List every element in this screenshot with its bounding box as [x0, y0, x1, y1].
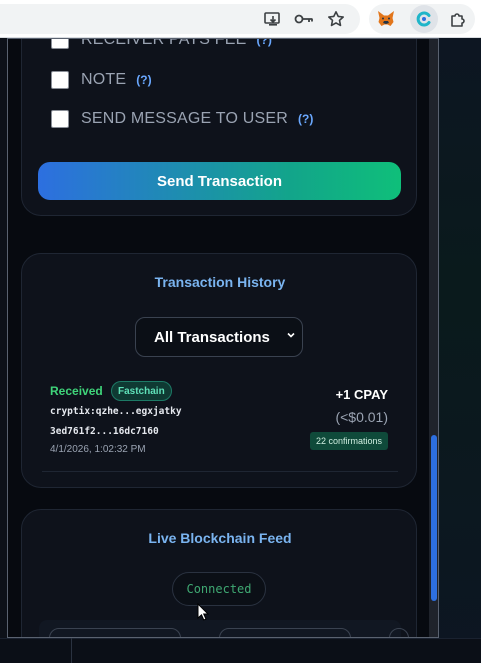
feed-block-tile[interactable]	[49, 628, 181, 637]
receiver-pays-fee-checkbox[interactable]	[51, 39, 69, 49]
filter-selected-value: All Transactions	[154, 328, 270, 346]
option-note[interactable]: NOTE (?)	[51, 71, 152, 89]
live-feed-card: Live Blockchain Feed Connected	[21, 509, 417, 637]
send-form-card: RECEIVER PAYS FEE (?) NOTE (?) SEND MESS…	[21, 38, 417, 216]
option-receiver-pays-fee[interactable]: RECEIVER PAYS FEE (?)	[51, 38, 272, 49]
option-label: SEND MESSAGE TO USER	[81, 110, 289, 127]
option-send-message[interactable]: SEND MESSAGE TO USER (?)	[51, 110, 313, 128]
help-icon[interactable]: (?)	[298, 112, 313, 126]
metamask-fox-icon[interactable]	[375, 8, 397, 30]
background-divider	[71, 638, 72, 663]
option-label: NOTE	[81, 71, 127, 88]
tx-date: 4/1/2026, 1:02:32 PM	[50, 444, 146, 455]
install-app-icon[interactable]	[262, 8, 284, 30]
feed-block-tile[interactable]	[219, 628, 351, 637]
bookmark-star-icon[interactable]	[325, 8, 347, 30]
tx-address: cryptix:qzhe...egxjatky	[50, 406, 182, 417]
chevron-down-icon	[286, 330, 296, 343]
background-right-panel	[438, 38, 481, 663]
extensions-puzzle-icon[interactable]	[447, 8, 469, 30]
history-title: Transaction History	[154, 274, 286, 290]
browser-toolbar	[0, 0, 481, 38]
divider	[42, 471, 398, 472]
background-bottom-bar	[0, 638, 481, 663]
option-label: RECEIVER PAYS FEE	[81, 38, 247, 48]
wallet-popup: RECEIVER PAYS FEE (?) NOTE (?) SEND MESS…	[7, 38, 439, 638]
key-icon[interactable]	[293, 8, 315, 30]
help-icon[interactable]: (?)	[257, 39, 272, 47]
send-message-checkbox[interactable]	[51, 110, 69, 128]
send-transaction-button[interactable]: Send Transaction	[38, 162, 401, 200]
cryptix-extension-icon[interactable]	[410, 5, 438, 33]
feed-block-tile[interactable]	[389, 628, 409, 637]
mouse-cursor-icon	[197, 603, 209, 621]
connection-status-badge: Connected	[172, 572, 266, 606]
tx-status: Received	[50, 384, 103, 398]
scrollbar-thumb[interactable]	[431, 435, 437, 601]
note-checkbox[interactable]	[51, 71, 69, 89]
transaction-history-card: Transaction History All Transactions Rec…	[21, 253, 417, 488]
tx-fiat-value: (<$0.01)	[335, 409, 388, 425]
help-icon[interactable]: (?)	[136, 73, 151, 87]
transaction-filter-select[interactable]: All Transactions	[135, 317, 303, 357]
feed-title: Live Blockchain Feed	[148, 530, 292, 546]
tx-chain-badge: Fastchain	[111, 381, 172, 401]
feed-blocks-strip	[39, 620, 409, 637]
tx-confirmations-badge: 22 confirmations	[309, 432, 388, 450]
tx-amount: +1 CPAY	[335, 387, 388, 402]
tx-hash[interactable]: 3ed761f2...16dc7160	[50, 426, 159, 437]
